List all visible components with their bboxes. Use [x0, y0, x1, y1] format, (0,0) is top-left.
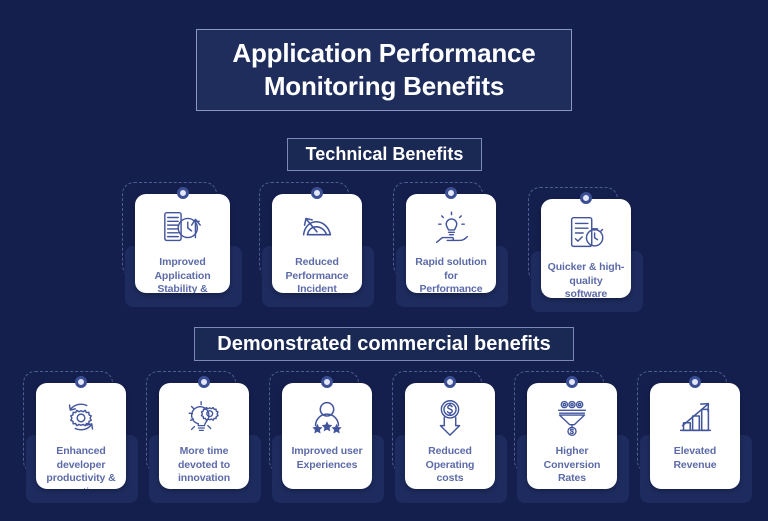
card-surface: Rapid solution for Performance problem: [406, 194, 496, 293]
benefit-card-higher-conversion-rates[interactable]: Higher Conversion Rates: [514, 371, 629, 503]
card-surface: Improved user Experiences: [282, 383, 372, 489]
card-connector-dot: [580, 192, 592, 204]
card-label: Improved user Experiences: [291, 445, 363, 471]
benefit-card-improved-application-stability-uptime[interactable]: Improved Application Stability & Uptime: [122, 182, 242, 307]
bar-chart-growth-arrow-icon: [672, 395, 718, 439]
gear-cycle-devops-icon: [58, 395, 104, 439]
card-label: More time devoted to innovation: [177, 445, 231, 484]
card-surface: Reduced Operating costs: [405, 383, 495, 489]
card-surface: Enhanced developer productivity & operat…: [36, 383, 126, 489]
page-title: Application Performance Monitoring Benef…: [196, 29, 572, 111]
card-label: Higher Conversion Rates: [543, 445, 601, 484]
page-title-line-2: Monitoring Benefits: [263, 71, 505, 101]
section-heading-commercial: Demonstrated commercial benefits: [194, 327, 574, 361]
card-label: Reduced Performance Incident: [285, 256, 349, 293]
card-connector-dot: [689, 376, 701, 388]
card-surface: Improved Application Stability & Uptime: [135, 194, 230, 293]
benefit-card-elevated-revenue[interactable]: Elevated Revenue: [637, 371, 752, 503]
server-clock-uptime-icon: [160, 206, 206, 250]
section-heading-technical: Technical Benefits: [287, 138, 482, 171]
card-connector-dot: [566, 376, 578, 388]
card-surface: Elevated Revenue: [650, 383, 740, 489]
card-label: Reduced Operating costs: [425, 445, 475, 484]
card-surface: More time devoted to innovation: [159, 383, 249, 489]
card-surface: Higher Conversion Rates: [527, 383, 617, 489]
card-surface: Reduced Performance Incident: [272, 194, 362, 293]
infographic-poster: Application Performance Monitoring Benef…: [0, 0, 768, 521]
benefit-card-more-time-devoted-to-innovation[interactable]: More time devoted to innovation: [146, 371, 261, 503]
card-connector-dot: [311, 187, 323, 199]
benefit-card-reduced-performance-incident[interactable]: Reduced Performance Incident: [259, 182, 374, 307]
card-label: Elevated Revenue: [673, 445, 717, 471]
page-title-line-1: Application Performance: [232, 38, 536, 68]
lightbulb-gears-icon: [181, 395, 227, 439]
benefit-card-reduced-operating-costs[interactable]: Reduced Operating costs: [392, 371, 507, 503]
user-stars-rating-icon: [304, 395, 350, 439]
card-label: Enhanced developer productivity & operat…: [46, 445, 116, 489]
card-connector-dot: [198, 376, 210, 388]
card-label: Improved Application Stability & Uptime: [154, 256, 211, 293]
hand-lightbulb-icon: [428, 206, 474, 250]
card-connector-dot: [176, 187, 189, 199]
card-connector-dot: [321, 376, 333, 388]
benefit-card-rapid-solution-performance-problem[interactable]: Rapid solution for Performance problem: [393, 182, 508, 307]
card-connector-dot: [445, 187, 457, 199]
card-connector-dot: [444, 376, 456, 388]
card-label: Quicker & high-quality software release: [547, 261, 625, 298]
declining-gauge-arrow-icon: [294, 206, 340, 250]
document-stopwatch-icon: [563, 211, 609, 255]
dollar-coin-down-arrow-icon: [427, 395, 473, 439]
conversion-funnel-icon: [549, 395, 595, 439]
card-connector-dot: [75, 376, 87, 388]
card-label: Rapid solution for Performance problem: [415, 256, 487, 293]
card-surface: Quicker & high-quality software release: [541, 199, 631, 298]
benefit-card-enhanced-developer-productivity-operations[interactable]: Enhanced developer productivity & operat…: [23, 371, 138, 503]
benefit-card-quicker-high-quality-software-release[interactable]: Quicker & high-quality software release: [528, 187, 643, 312]
benefit-card-improved-user-experiences[interactable]: Improved user Experiences: [269, 371, 384, 503]
